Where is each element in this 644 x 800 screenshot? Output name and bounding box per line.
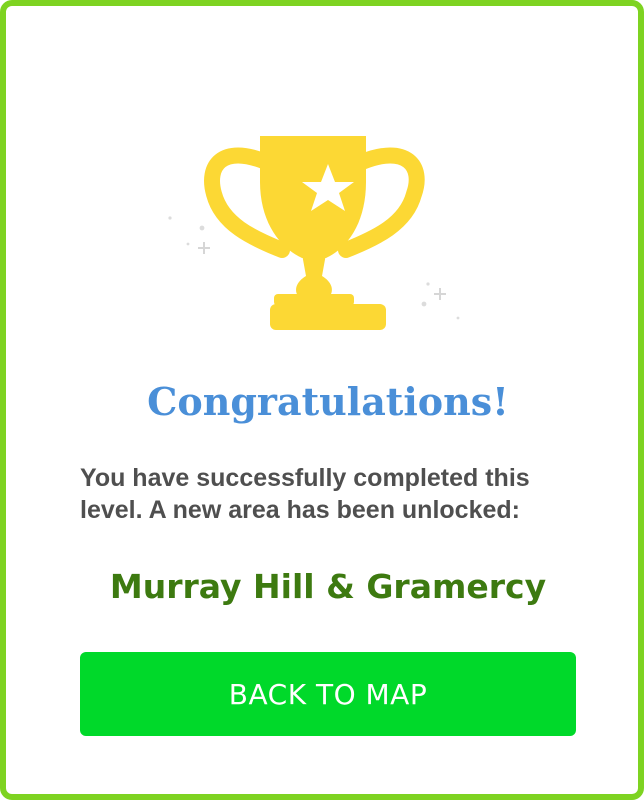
completion-message: You have successfully completed this lev…	[80, 464, 530, 524]
trophy-icon	[168, 136, 460, 330]
congratulations-title: Congratulations!	[147, 379, 509, 424]
back-to-map-button[interactable]: BACK TO MAP	[80, 652, 576, 736]
level-complete-dialog: Congratulations! You have successfully c…	[0, 0, 644, 800]
unlocked-area-name: Murray Hill & Gramercy	[109, 567, 547, 606]
